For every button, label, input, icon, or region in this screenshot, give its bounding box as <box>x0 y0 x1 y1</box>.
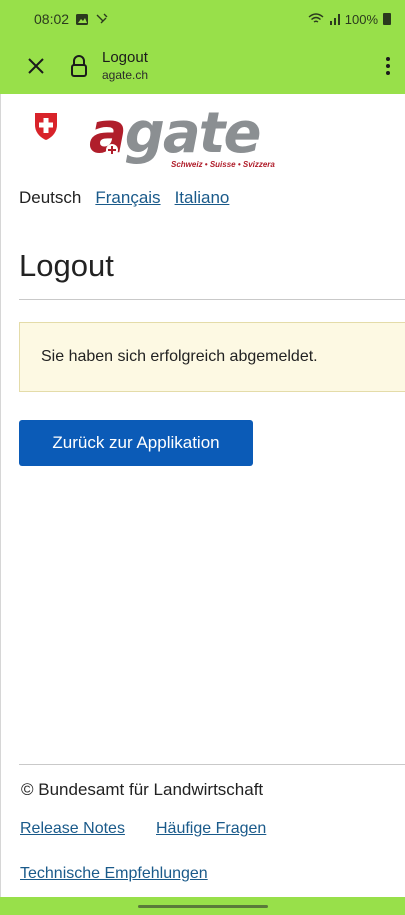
agate-wordmark: agate <box>89 101 262 166</box>
close-tab-button[interactable] <box>22 52 50 80</box>
plus-badge-icon <box>106 144 118 156</box>
logout-success-alert: Sie haben sich erfolgreich abgemeldet. <box>19 322 405 392</box>
site-security-button[interactable] <box>68 53 90 79</box>
back-to-application-button[interactable]: Zurück zur Applikation <box>19 420 253 466</box>
gesture-nav-bar <box>0 897 405 915</box>
header-logos: agate Schweiz • Suisse • Svizzera <box>33 101 299 177</box>
battery-percent: 100% <box>344 11 378 27</box>
status-left: 08:02 <box>34 11 109 27</box>
browser-page-title: Logout <box>102 49 148 67</box>
language-link-french[interactable]: Français <box>95 188 160 208</box>
agate-tagline: Schweiz • Suisse • Svizzera <box>171 160 275 169</box>
tools-notification-icon <box>96 13 108 24</box>
home-indicator[interactable] <box>137 904 268 908</box>
status-right: 100% <box>308 12 391 27</box>
footer-link-release-notes[interactable]: Release Notes <box>20 820 125 838</box>
menu-dot-icon <box>386 57 390 61</box>
footer-copyright: © Bundesamt für Landwirtschaft <box>21 780 264 799</box>
swiss-coat-of-arms-icon <box>35 113 57 140</box>
wifi-icon <box>308 13 324 23</box>
title-divider <box>19 299 405 300</box>
close-icon <box>28 58 44 74</box>
menu-dot-icon <box>386 64 390 68</box>
footer-link-technical-recommendations[interactable]: Technische Empfehlungen <box>20 865 208 883</box>
page-content: agate Schweiz • Suisse • Svizzera Deutsc… <box>0 94 405 897</box>
gallery-notification-icon <box>76 13 89 25</box>
language-current: Deutsch <box>19 188 82 207</box>
agate-wordmark-a: a <box>89 101 127 166</box>
page-title: Logout <box>19 248 114 283</box>
signal-icon <box>329 14 340 25</box>
browser-toolbar: Logout agate.ch <box>0 38 405 94</box>
footer-link-faq[interactable]: Häufige Fragen <box>156 820 266 838</box>
agate-wordmark-rest: gate <box>124 101 262 166</box>
language-switcher: Deutsch Français Italiano <box>19 188 229 208</box>
browser-domain: agate.ch <box>102 67 149 82</box>
status-bar: 08:02 100% <box>0 0 405 38</box>
overflow-menu-button[interactable] <box>381 52 395 80</box>
alert-message: Sie haben sich erfolgreich abgemeldet. <box>41 348 318 365</box>
menu-dot-icon <box>386 71 390 75</box>
lock-icon <box>71 55 87 77</box>
battery-icon <box>383 13 391 25</box>
language-link-italian[interactable]: Italiano <box>175 188 230 208</box>
footer-divider <box>19 764 405 765</box>
agate-logo[interactable]: agate Schweiz • Suisse • Svizzera <box>89 101 299 177</box>
status-time: 08:02 <box>34 11 70 27</box>
url-display[interactable]: Logout agate.ch <box>102 50 148 82</box>
